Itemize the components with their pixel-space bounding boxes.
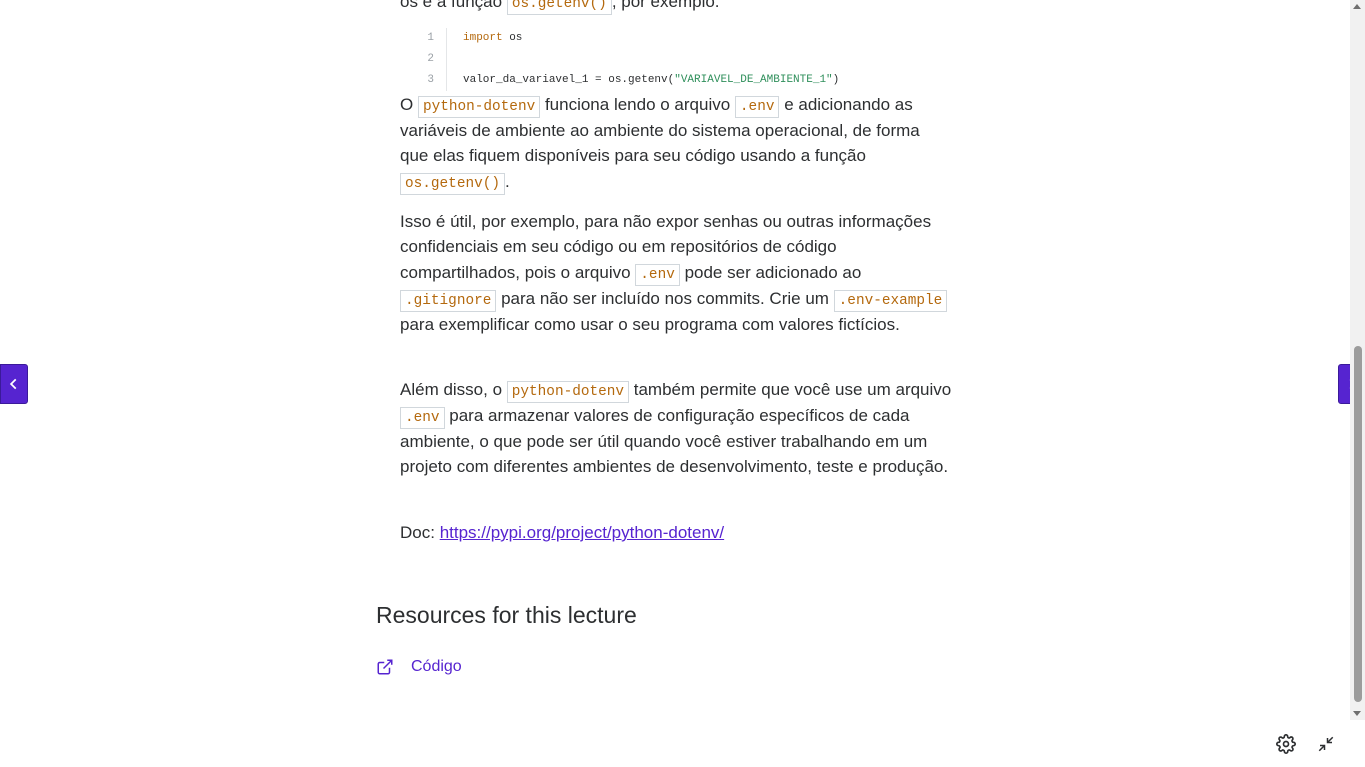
inline-code: .env [400,407,445,429]
resource-label: Código [411,658,462,675]
text-segment: pode ser adicionado ao [679,262,862,282]
lecture-page: os e a função os.getenv(), por exemplo. … [0,0,1365,767]
external-link-icon [377,659,393,675]
doc-paragraph: Doc: https://pypi.org/project/python-dot… [400,520,952,545]
inline-code: .env [734,96,780,118]
text-segment: . [505,171,510,191]
paragraph-1: O python-dotenv funciona lendo o arquivo… [400,92,952,195]
code-line: 1 import os [418,28,950,49]
text-segment: Além disso, o [400,380,507,399]
doc-link[interactable]: https://pypi.org/project/python-dotenv/ [440,523,724,542]
resources-heading: Resources for this lecture [376,602,637,628]
code-keyword: import [463,32,503,44]
chevron-left-icon [9,378,17,390]
scrollbar-thumb[interactable] [1354,346,1362,702]
line-number: 1 [418,28,447,49]
inline-code: os.getenv() [400,172,505,195]
inline-code: os.getenv() [506,0,612,15]
text-segment: os e a função [400,0,507,11]
text-segment: funciona lendo o arquivo [540,95,735,114]
scroll-down-arrow-icon[interactable] [1353,711,1361,716]
inline-code: .gitignore [400,289,497,312]
collapse-icon [1318,736,1334,752]
doc-label: Doc: [400,523,440,542]
exit-fullscreen-button[interactable] [1316,734,1336,754]
code-string: "VARIAVEL_DE_AMBIENTE_1" [674,74,833,86]
gear-icon [1276,734,1296,754]
code-line: 2 [418,49,950,70]
inline-code: .env [635,263,680,286]
code-text: ) [832,74,840,86]
vertical-scrollbar[interactable] [1350,0,1365,720]
settings-button[interactable] [1276,734,1296,754]
inline-code: python-dotenv [506,381,630,403]
previous-lecture-button[interactable] [0,364,28,404]
text-segment: para não ser incluído nos commits. Crie … [496,288,834,308]
scroll-up-arrow-icon[interactable] [1353,4,1361,9]
paragraph-3: Além disso, o python-dotenv também permi… [400,377,952,480]
text-segment: O [400,95,418,114]
code-text: os [502,32,523,44]
text-segment: para armazenar valores de configuração e… [400,406,949,477]
resource-link-codigo[interactable]: Código [376,658,462,676]
line-number: 2 [418,49,447,70]
line-number: 3 [418,70,447,91]
text-segment: para exemplificar como usar o seu progra… [400,314,900,334]
inline-code: .env-example [833,289,948,312]
text-segment: também permite que você use um arquivo [629,380,952,399]
code-line: 3 valor_da_variavel_1 = os.getenv("VARIA… [418,70,950,91]
cut-off-paragraph: os e a função os.getenv(), por exemplo. [400,0,720,15]
code-block: 1 import os 2 3 valor_da_variavel_1 = os… [418,28,950,91]
text-segment: , por exemplo. [611,0,720,11]
inline-code: python-dotenv [417,96,541,118]
paragraph-2: Isso é útil, por exemplo, para não expor… [400,209,952,337]
code-text: valor_da_variavel_1 = os.getenv( [463,74,675,86]
